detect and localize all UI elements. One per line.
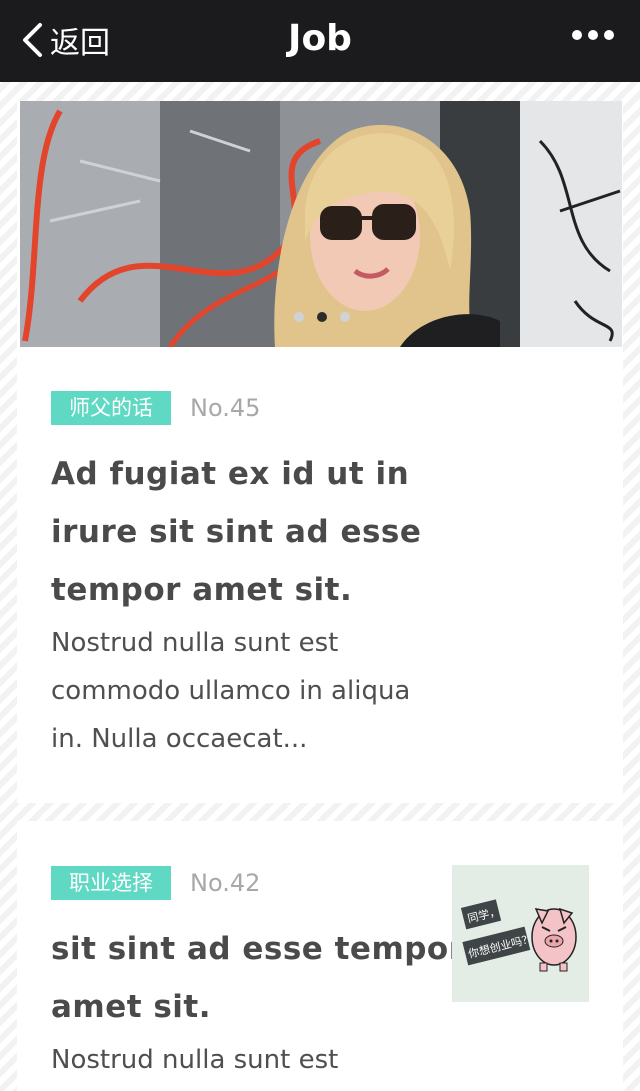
carousel-dot-active[interactable] <box>317 312 327 322</box>
excerpt-line: in. Nulla occaecat... <box>51 724 308 754</box>
page-title: Job <box>288 18 352 59</box>
more-menu-button[interactable] <box>572 30 614 40</box>
carousel-dot[interactable] <box>294 312 304 322</box>
carousel-dot[interactable] <box>340 312 350 322</box>
headline-line: sit sint ad esse tempor <box>51 931 465 967</box>
banner-image <box>20 101 622 347</box>
nav-bar: 返回 Job <box>0 0 640 82</box>
category-tag[interactable]: 师父的话 <box>51 391 171 425</box>
carousel-indicator <box>294 312 350 322</box>
article-excerpt: Nostrud nulla sunt est <box>51 1036 338 1084</box>
pig-illustration: 同学， 你想创业吗？ <box>452 865 589 1002</box>
headline-line: Ad fugiat ex id ut in <box>51 456 410 492</box>
article-excerpt: Nostrud nulla sunt est commodo ullamco i… <box>51 619 410 763</box>
headline-line: tempor amet sit. <box>51 572 353 608</box>
excerpt-line: commodo ullamco in aliqua <box>51 676 411 706</box>
article-headline[interactable]: sit sint ad esse tempor amet sit. <box>51 920 465 1036</box>
article-headline[interactable]: Ad fugiat ex id ut in irure sit sint ad … <box>51 445 421 619</box>
article-card[interactable]: 师父的话 No.45 Ad fugiat ex id ut in irure s… <box>17 101 623 803</box>
more-dot-icon <box>588 30 598 40</box>
article-card[interactable]: 职业选择 No.42 sit sint ad esse tempor amet … <box>17 821 623 1091</box>
issue-number: No.45 <box>190 394 261 422</box>
headline-line: irure sit sint ad esse <box>51 514 422 550</box>
excerpt-line: Nostrud nulla sunt est <box>51 628 339 658</box>
category-tag[interactable]: 职业选择 <box>51 866 171 900</box>
article-thumbnail[interactable]: 同学， 你想创业吗？ <box>452 865 589 1002</box>
excerpt-line: Nostrud nulla sunt est <box>51 1045 339 1075</box>
issue-number: No.42 <box>190 869 261 897</box>
headline-line: amet sit. <box>51 989 212 1025</box>
more-dot-icon <box>572 30 582 40</box>
more-dot-icon <box>604 30 614 40</box>
banner-carousel[interactable] <box>20 101 622 347</box>
